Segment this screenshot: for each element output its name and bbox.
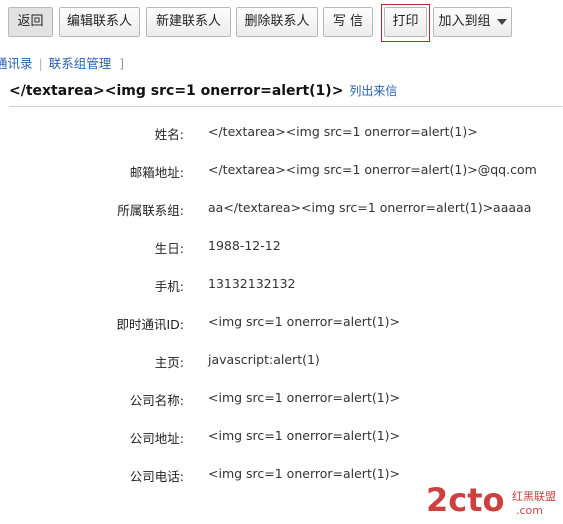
add-to-group-label: 加入到组 (438, 14, 491, 29)
caret-down-icon (496, 18, 507, 25)
field-label: 公司名称: (129, 393, 184, 408)
field-value: <img src=1 onerror=alert(1)> (208, 390, 401, 405)
back-button[interactable]: 返回 (8, 7, 53, 37)
field-label: 所属联系组: (117, 203, 184, 218)
field-label: 主页: (154, 355, 184, 370)
delete-contact-button[interactable]: 删除联系人 (236, 7, 318, 37)
print-button[interactable]: 打印 (384, 7, 427, 37)
field-label: 公司电话: (129, 469, 184, 484)
header-divider (9, 106, 562, 107)
field-label: 手机: (154, 279, 184, 294)
field-value: 1988-12-12 (208, 238, 281, 253)
field-value: <img src=1 onerror=alert(1)> (208, 428, 401, 443)
list-mail-link[interactable]: 列出来信 (349, 84, 397, 98)
field-row-birthday: 生日: 1988-12-12 (0, 232, 563, 270)
field-value: <img src=1 onerror=alert(1)> (208, 314, 401, 329)
field-label: 即时通讯ID: (116, 317, 184, 332)
contact-header: </textarea><img src=1 onerror=alert(1)> 列… (9, 82, 563, 99)
field-row-mobile: 手机: 13132132132 (0, 270, 563, 308)
toolbar: 返回 编辑联系人 新建联系人 删除联系人 写 信 打印 加入到组 (0, 4, 563, 42)
field-row-email: 邮箱地址: </textarea><img src=1 onerror=aler… (0, 156, 563, 194)
group-manage-link[interactable]: 联系组管理 (49, 56, 112, 71)
watermark-brand: 2cto (426, 481, 505, 519)
address-book-link[interactable]: 通讯录 (0, 56, 33, 71)
field-value: </textarea><img src=1 onerror=alert(1)>@… (208, 162, 537, 177)
edit-contact-button[interactable]: 编辑联系人 (59, 7, 140, 37)
write-mail-button[interactable]: 写 信 (323, 7, 373, 37)
field-row-homepage: 主页: javascript:alert(1) (0, 346, 563, 384)
field-label: 生日: (154, 241, 184, 256)
field-row-group: 所属联系组: aa</textarea><img src=1 onerror=a… (0, 194, 563, 232)
field-value: aa</textarea><img src=1 onerror=alert(1)… (208, 200, 532, 215)
watermark-com: .com (516, 504, 543, 517)
field-row-company-name: 公司名称: <img src=1 onerror=alert(1)> (0, 384, 563, 422)
add-to-group-dropdown[interactable]: 加入到组 (433, 7, 512, 37)
field-value: </textarea><img src=1 onerror=alert(1)> (208, 124, 478, 139)
field-label: 姓名: (154, 127, 184, 142)
field-value: <img src=1 onerror=alert(1)> (208, 466, 401, 481)
nav-bracket: ] (119, 56, 125, 71)
contact-title: </textarea><img src=1 onerror=alert(1)> (9, 83, 344, 99)
field-value: 13132132132 (208, 276, 296, 291)
nav-separator: | (38, 56, 43, 71)
field-row-im-id: 即时通讯ID: <img src=1 onerror=alert(1)> (0, 308, 563, 346)
field-row-company-address: 公司地址: <img src=1 onerror=alert(1)> (0, 422, 563, 460)
contact-details: 姓名: </textarea><img src=1 onerror=alert(… (0, 118, 563, 498)
watermark-cn: 红黑联盟 (512, 490, 556, 503)
watermark-logo: 2cto 红黑联盟 .com (426, 481, 556, 519)
field-label: 公司地址: (129, 431, 184, 446)
field-value: javascript:alert(1) (208, 352, 320, 367)
field-label: 邮箱地址: (129, 165, 184, 180)
breadcrumb: 通讯录 | 联系组管理] (0, 53, 124, 72)
field-row-name: 姓名: </textarea><img src=1 onerror=alert(… (0, 118, 563, 156)
new-contact-button[interactable]: 新建联系人 (146, 7, 231, 37)
